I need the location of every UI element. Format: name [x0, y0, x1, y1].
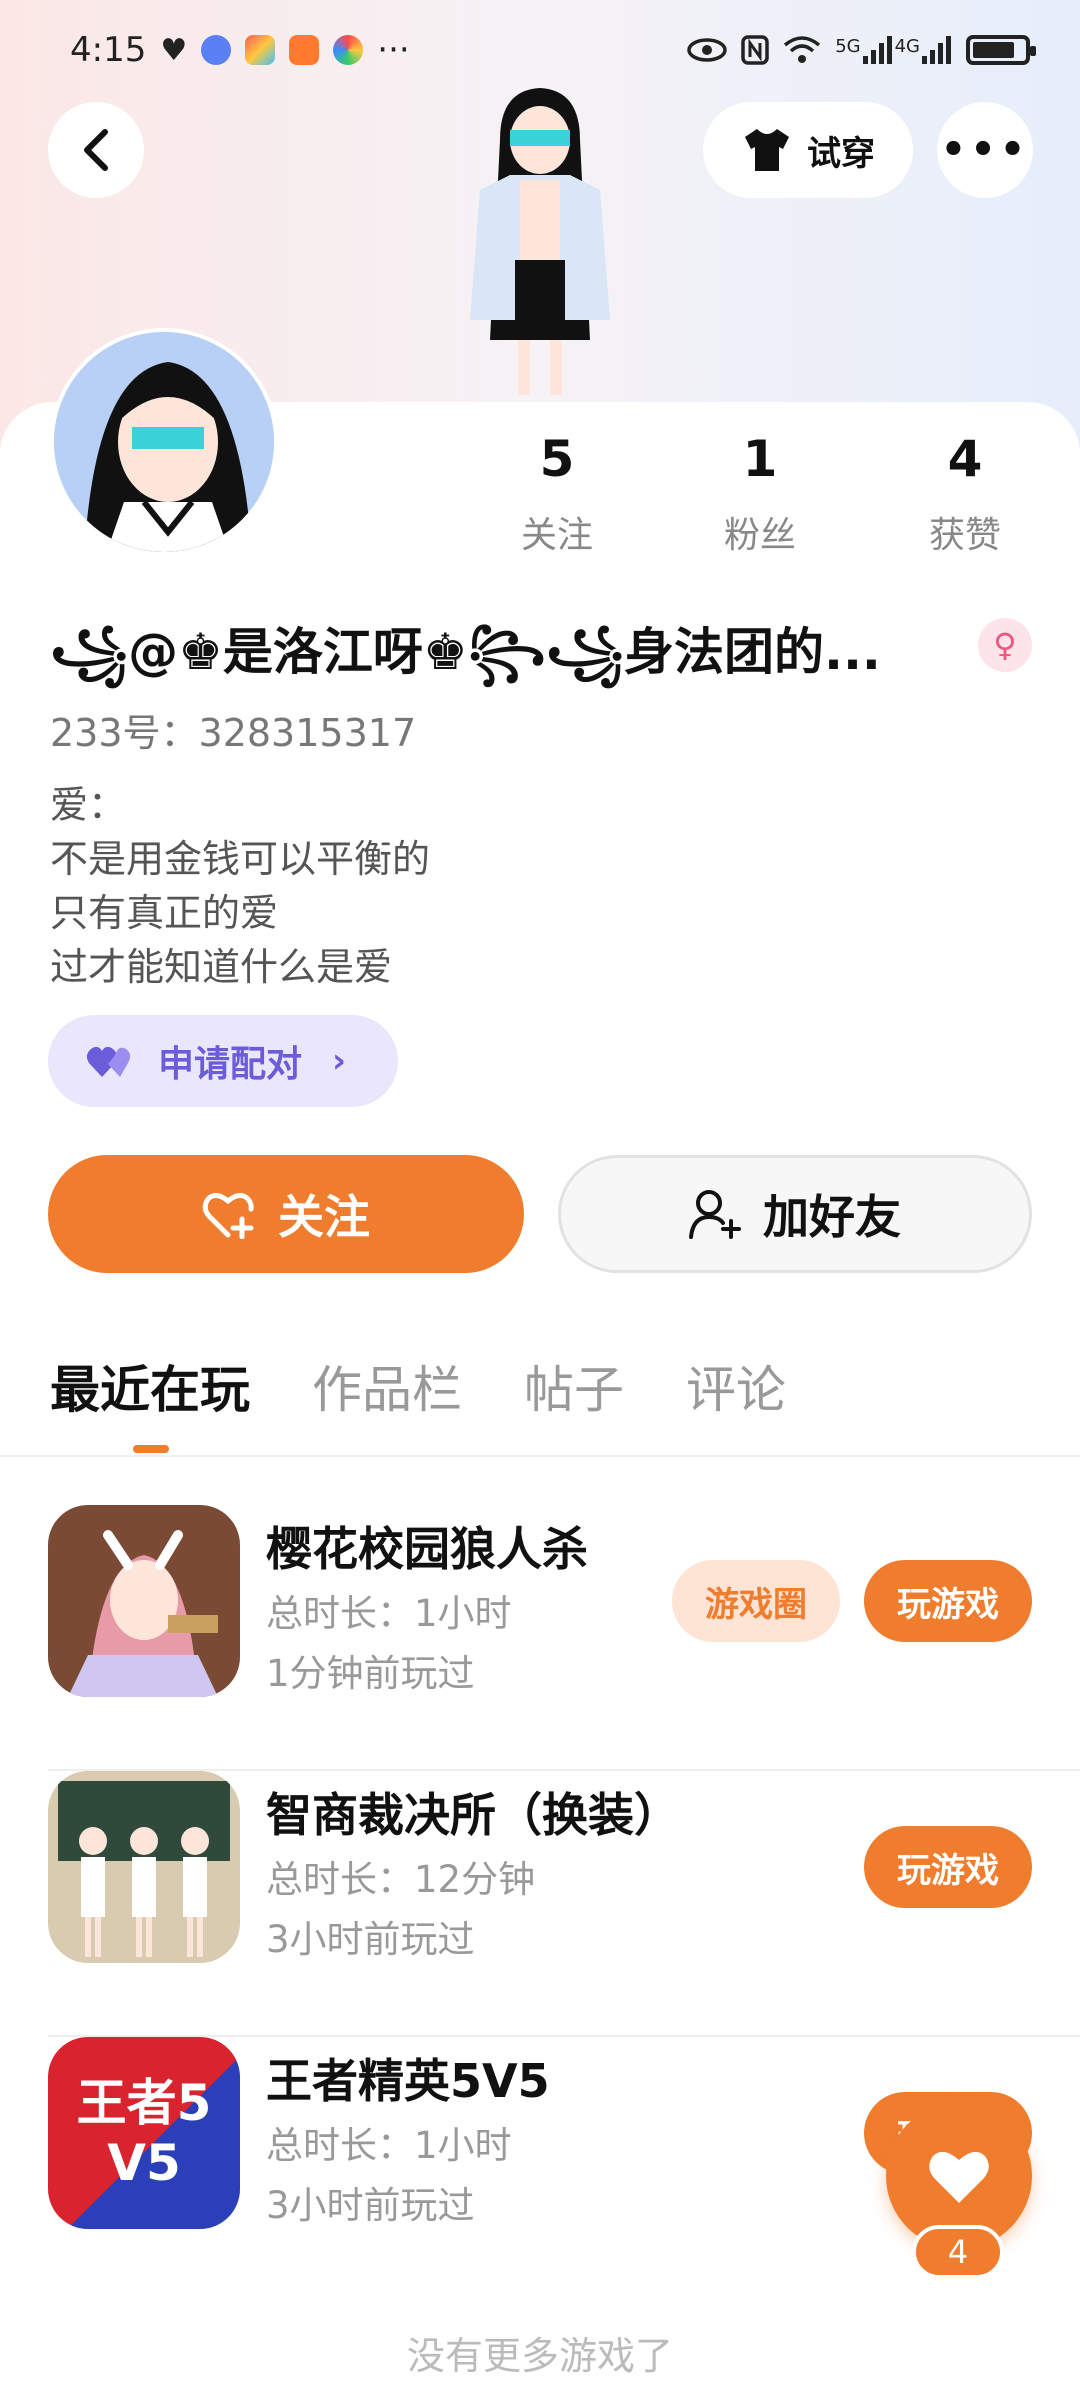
more-notifications: ···: [377, 30, 410, 70]
tab-active-indicator: [133, 1445, 169, 1453]
request-pair-button[interactable]: 申请配对 ›: [48, 1015, 398, 1107]
follow-label: 关注: [278, 1190, 370, 1244]
bio-line: 只有真正的爱: [50, 891, 279, 935]
chevron-right-icon: ›: [332, 1041, 347, 1081]
game-last-played: 3小时前玩过: [266, 2184, 475, 2227]
tshirt-icon: [745, 129, 789, 171]
stat-value: 4: [947, 430, 983, 488]
wifi-icon: [784, 36, 821, 63]
profile-nickname: ꧁@♚是洛江呀♚꧂꧁身法团的...: [50, 623, 881, 681]
game-row[interactable]: 樱花校园狼人杀 总时长：1小时 1分钟前玩过 游戏圈 玩游戏: [48, 1505, 1080, 1771]
add-friend-label: 加好友: [763, 1190, 901, 1244]
profile-avatar[interactable]: [50, 328, 278, 556]
bio-line: 爱：: [50, 783, 127, 827]
tab-posts[interactable]: 帖子: [524, 1350, 624, 1422]
follow-button[interactable]: 关注: [48, 1155, 524, 1273]
profile-uid: 233号：328315317: [50, 702, 416, 757]
stat-likes[interactable]: 4 获赞: [890, 430, 1040, 558]
try-on-label: 试穿: [807, 133, 875, 174]
chevron-left-icon: [84, 129, 108, 171]
heart-icon: [929, 2151, 989, 2203]
signal-icon: 5G 4G: [835, 36, 952, 64]
game-icon[interactable]: 王者5V5: [48, 2037, 240, 2229]
double-heart-icon: [86, 1046, 131, 1077]
play-game-button[interactable]: 玩游戏: [864, 1560, 1032, 1642]
stat-followers[interactable]: 1 粉丝: [685, 430, 835, 558]
avatar-figure: [430, 80, 650, 400]
more-dots-icon: •••: [940, 127, 1030, 173]
tab-recently-played[interactable]: 最近在玩: [50, 1350, 250, 1422]
play-app-icon: [289, 35, 320, 65]
browser-app-icon: [333, 35, 364, 65]
game-duration: 总时长：1小时: [266, 2124, 512, 2167]
tab-works[interactable]: 作品栏: [312, 1350, 462, 1422]
game-icon[interactable]: [48, 1505, 240, 1697]
game-duration: 总时长：12分钟: [266, 1858, 536, 1901]
try-on-button[interactable]: 试穿: [703, 102, 913, 198]
female-icon: ♀: [978, 618, 1032, 672]
battery-icon: [966, 35, 1036, 65]
more-button[interactable]: •••: [937, 102, 1033, 198]
tab-comments[interactable]: 评论: [686, 1350, 786, 1422]
stat-value: 1: [742, 430, 778, 488]
tabs-divider: [0, 1455, 1080, 1457]
stat-label: 关注: [520, 515, 593, 556]
game-last-played: 1分钟前玩过: [266, 1652, 475, 1695]
heart-plus-icon: [202, 1193, 254, 1239]
app-icon: [245, 35, 276, 65]
game-circle-button[interactable]: 游戏圈: [672, 1560, 840, 1642]
add-friend-button[interactable]: 加好友: [558, 1155, 1032, 1273]
stat-label: 粉丝: [723, 515, 796, 556]
game-icon-text: 王者5V5: [76, 2074, 212, 2192]
game-name: 智商裁决所（换装）: [266, 1788, 680, 1842]
game-icon[interactable]: [48, 1771, 240, 1963]
game-last-played: 3小时前玩过: [266, 1918, 475, 1961]
back-button[interactable]: [48, 102, 144, 198]
game-name: 樱花校园狼人杀: [266, 1522, 588, 1576]
music-app-icon: [201, 35, 232, 65]
stat-value: 5: [539, 430, 575, 488]
add-user-icon: [689, 1190, 741, 1239]
heart-icon: ♥: [160, 32, 188, 68]
stat-following[interactable]: 5 关注: [482, 430, 632, 558]
nfc-icon: [741, 35, 769, 65]
game-duration: 总时长：1小时: [266, 1592, 512, 1635]
game-row[interactable]: 智商裁决所（换装） 总时长：12分钟 3小时前玩过 玩游戏: [48, 1771, 1080, 2037]
eye-icon: [687, 38, 727, 62]
bio-line: 过才能知道什么是爱: [50, 945, 393, 989]
like-count-badge: 4: [912, 2225, 1004, 2279]
no-more-games-note: 没有更多游戏了: [406, 2334, 673, 2378]
request-pair-label: 申请配对: [158, 1044, 303, 1085]
game-name: 王者精英5V5: [266, 2054, 550, 2108]
status-time: 4:15: [70, 30, 147, 70]
profile-tabs: 最近在玩 作品栏 帖子 评论: [50, 1350, 786, 1422]
stat-label: 获赞: [928, 515, 1001, 556]
uid-value: 328315317: [198, 711, 417, 755]
network-label-2: 4G: [894, 36, 920, 57]
bio-line: 不是用金钱可以平衡的: [50, 837, 431, 881]
network-label-1: 5G: [835, 36, 861, 57]
uid-label: 233号：: [50, 711, 199, 755]
play-game-button[interactable]: 玩游戏: [864, 1826, 1032, 1908]
profile-bio: 爱： 不是用金钱可以平衡的 只有真正的爱 过才能知道什么是爱: [50, 778, 430, 994]
